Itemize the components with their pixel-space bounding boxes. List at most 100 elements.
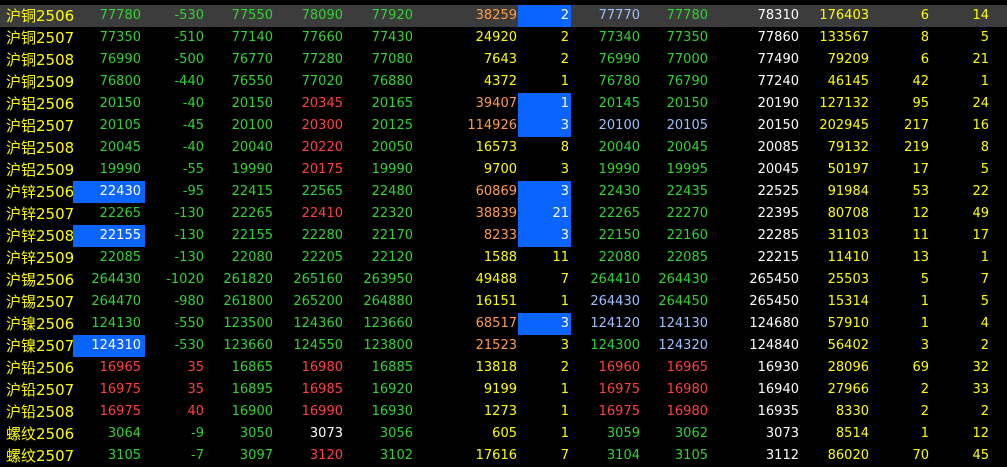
bid-price-cell: 16975	[598, 404, 640, 419]
table-row[interactable]: 沪铅2507 16975 35 16895 16985 16920 9199 1 16975 16…	[0, 379, 1007, 401]
current-volume-cell: 1	[560, 294, 569, 309]
futures-quote-table: 沪铜2506 77780 -530 77550 78090 77920 38259 2 7777…	[0, 5, 1007, 467]
prev-settle-cell: 265450	[749, 294, 799, 309]
last-price-cell: 3064	[107, 426, 141, 441]
current-volume-cell: 1	[560, 382, 569, 397]
ask-price-cell: 77350	[666, 30, 708, 45]
ask-size-cell: 24	[972, 96, 989, 111]
price-change-cell: -55	[182, 162, 204, 177]
volume-cell: 21523	[475, 338, 517, 353]
bid-price-cell: 22080	[598, 250, 640, 265]
table-row[interactable]: 沪铅2506 16965 35 16865 16980 16885 13818 2 16960 1…	[0, 357, 1007, 379]
bid-size-cell: 11	[912, 228, 929, 243]
prev-settle-cell: 22395	[757, 206, 799, 221]
ask-price-cell: 19995	[666, 162, 708, 177]
prev-settle-cell: 16930	[757, 360, 799, 375]
bid-size-cell: 1	[920, 294, 929, 309]
ask-price-cell: 20105	[666, 118, 708, 133]
volume-cell: 8233	[483, 228, 517, 243]
ask-size-cell: 22	[972, 184, 989, 199]
open-price-cell: 20040	[231, 140, 273, 155]
contract-name-cell: 沪镍2507	[6, 337, 75, 355]
bid-size-cell: 42	[912, 74, 929, 89]
high-price-cell: 3073	[309, 426, 343, 441]
bid-price-cell: 20040	[598, 140, 640, 155]
bid-price-cell: 16960	[598, 360, 640, 375]
open-interest-cell: 202945	[819, 118, 869, 133]
current-volume-cell: 3	[518, 181, 571, 203]
open-interest-cell: 133567	[819, 30, 869, 45]
price-change-cell: -45	[182, 118, 204, 133]
price-change-cell: -510	[174, 30, 204, 45]
low-price-cell: 22120	[371, 250, 413, 265]
ask-size-cell: 16	[972, 118, 989, 133]
open-price-cell: 77550	[231, 8, 273, 23]
high-price-cell: 124550	[293, 338, 343, 353]
low-price-cell: 20125	[371, 118, 413, 133]
price-change-cell: 40	[187, 404, 204, 419]
low-price-cell: 20165	[371, 96, 413, 111]
last-price-cell: 77350	[99, 30, 141, 45]
bid-price-cell: 20100	[598, 118, 640, 133]
contract-name-cell: 沪铝2507	[6, 117, 75, 135]
prev-settle-cell: 20150	[757, 118, 799, 133]
low-price-cell: 123660	[363, 316, 413, 331]
table-row[interactable]: 沪铅2508 16975 40 16900 16990 16930 1273 1 16975 16…	[0, 401, 1007, 423]
table-row[interactable]: 沪锌2506 22430 -95 22415 22565 22480 60869 3 22430…	[0, 181, 1007, 203]
table-row[interactable]: 螺纹2507 3105 -7 3097 3120 3102 17616 7 3104 3105 31…	[0, 445, 1007, 467]
table-row[interactable]: 沪铜2507 77350 -510 77140 77660 77430 24920 2 7734…	[0, 27, 1007, 49]
last-price-cell: 22430	[73, 181, 145, 203]
table-row[interactable]: 沪铝2508 20045 -40 20040 20220 20050 16573 8 20040…	[0, 137, 1007, 159]
open-price-cell: 3097	[239, 448, 273, 463]
table-row[interactable]: 沪锡2507 264470 -980 261800 265200 264880 16151 1…	[0, 291, 1007, 313]
open-interest-cell: 28096	[827, 360, 869, 375]
table-row[interactable]: 沪铜2506 77780 -530 77550 78090 77920 38259 2 7777…	[0, 5, 1007, 27]
open-price-cell: 3050	[239, 426, 273, 441]
bid-size-cell: 53	[912, 184, 929, 199]
bid-size-cell: 1	[920, 316, 929, 331]
table-row[interactable]: 螺纹2506 3064 -9 3050 3073 3056 605 1 3059 3062 3073…	[0, 423, 1007, 445]
table-row[interactable]: 沪铜2508 76990 -500 76770 77280 77080 7643 2 76990…	[0, 49, 1007, 71]
volume-cell: 9199	[483, 382, 517, 397]
table-row[interactable]: 沪铝2507 20105 -45 20100 20300 20125 114926 3 2010…	[0, 115, 1007, 137]
price-change-cell: -440	[174, 74, 204, 89]
contract-name-cell: 沪铜2509	[6, 73, 75, 91]
volume-cell: 1588	[483, 250, 517, 265]
ask-price-cell: 22085	[666, 250, 708, 265]
prev-settle-cell: 20045	[757, 162, 799, 177]
table-row[interactable]: 沪铝2509 19990 -55 19990 20175 19990 9700 3 19990 1…	[0, 159, 1007, 181]
volume-cell: 1273	[483, 404, 517, 419]
table-row[interactable]: 沪锌2507 22265 -130 22265 22410 22320 38839 21 222…	[0, 203, 1007, 225]
ask-size-cell: 4	[980, 316, 989, 331]
current-volume-cell: 1	[560, 404, 569, 419]
open-interest-cell: 50197	[827, 162, 869, 177]
open-interest-cell: 176403	[819, 8, 869, 23]
table-row[interactable]: 沪锌2508 22155 -130 22155 22280 22170 8233 3 22150…	[0, 225, 1007, 247]
table-row[interactable]: 沪锌2509 22085 -130 22080 22205 22120 1588 11 2208…	[0, 247, 1007, 269]
table-row[interactable]: 沪镍2506 124130 -550 123500 124360 123660 68517 3…	[0, 313, 1007, 335]
bid-price-cell: 124300	[590, 338, 640, 353]
bid-size-cell: 12	[912, 206, 929, 221]
contract-name-cell: 沪锌2509	[6, 249, 75, 267]
ask-price-cell: 77780	[666, 8, 708, 23]
current-volume-cell: 7	[560, 272, 569, 287]
price-change-cell: -980	[174, 294, 204, 309]
prev-settle-cell: 124680	[749, 316, 799, 331]
bid-size-cell: 219	[904, 140, 929, 155]
price-change-cell: -130	[174, 206, 204, 221]
ask-price-cell: 124320	[658, 338, 708, 353]
high-price-cell: 124360	[293, 316, 343, 331]
volume-cell: 605	[492, 426, 517, 441]
low-price-cell: 16930	[371, 404, 413, 419]
current-volume-cell: 1	[560, 426, 569, 441]
ask-size-cell: 5	[980, 30, 989, 45]
table-row[interactable]: 沪锡2506 264430 -1020 261820 265160 263950 49488…	[0, 269, 1007, 291]
table-row[interactable]: 沪铜2509 76800 -440 76550 77020 76880 4372 1 76780…	[0, 71, 1007, 93]
table-row[interactable]: 沪镍2507 124310 -530 123660 124550 123800 21523 3…	[0, 335, 1007, 357]
bid-price-cell: 22150	[598, 228, 640, 243]
bid-size-cell: 17	[912, 162, 929, 177]
ask-price-cell: 264450	[658, 294, 708, 309]
bid-size-cell: 5	[920, 272, 929, 287]
prev-settle-cell: 77490	[757, 52, 799, 67]
table-row[interactable]: 沪铝2506 20150 -40 20150 20345 20165 39407 1 20145…	[0, 93, 1007, 115]
